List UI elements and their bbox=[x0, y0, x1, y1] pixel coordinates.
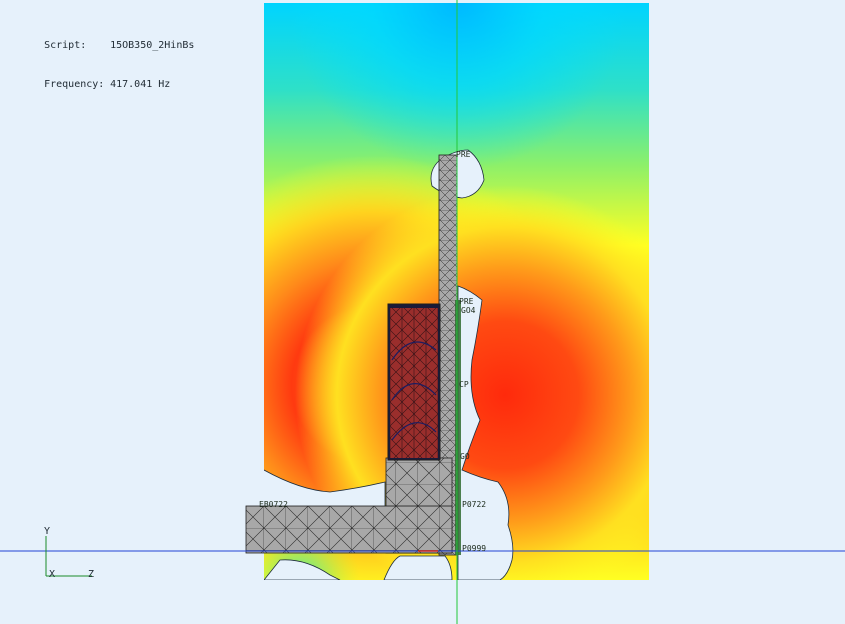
node-tag: GO4 bbox=[461, 306, 476, 315]
node-tag: PRE bbox=[456, 150, 471, 159]
frequency-label: Frequency: bbox=[44, 79, 105, 90]
node-tag: PRE bbox=[459, 297, 474, 306]
script-value: 15OB350_2HinBs bbox=[110, 40, 195, 51]
frequency-value: 417.041 Hz bbox=[110, 79, 171, 90]
triad-y-label: Y bbox=[44, 526, 51, 537]
script-label: Script: bbox=[44, 40, 87, 51]
node-tag: P0722 bbox=[462, 500, 487, 509]
node-tag: P0999 bbox=[462, 544, 487, 553]
info-panel: Script: 15OB350_2HinBs Frequency: 417.041 … bbox=[20, 26, 194, 104]
frequency-row: Frequency: 417.041 Hz bbox=[20, 65, 194, 104]
triad-x-label: X bbox=[49, 569, 56, 580]
node-tag: GO bbox=[460, 452, 470, 461]
triad-z-label: Z bbox=[88, 569, 95, 580]
node-tag: EB0722 bbox=[259, 500, 288, 509]
node-tag: CP bbox=[459, 380, 469, 389]
script-row: Script: 15OB350_2HinBs bbox=[20, 26, 194, 65]
